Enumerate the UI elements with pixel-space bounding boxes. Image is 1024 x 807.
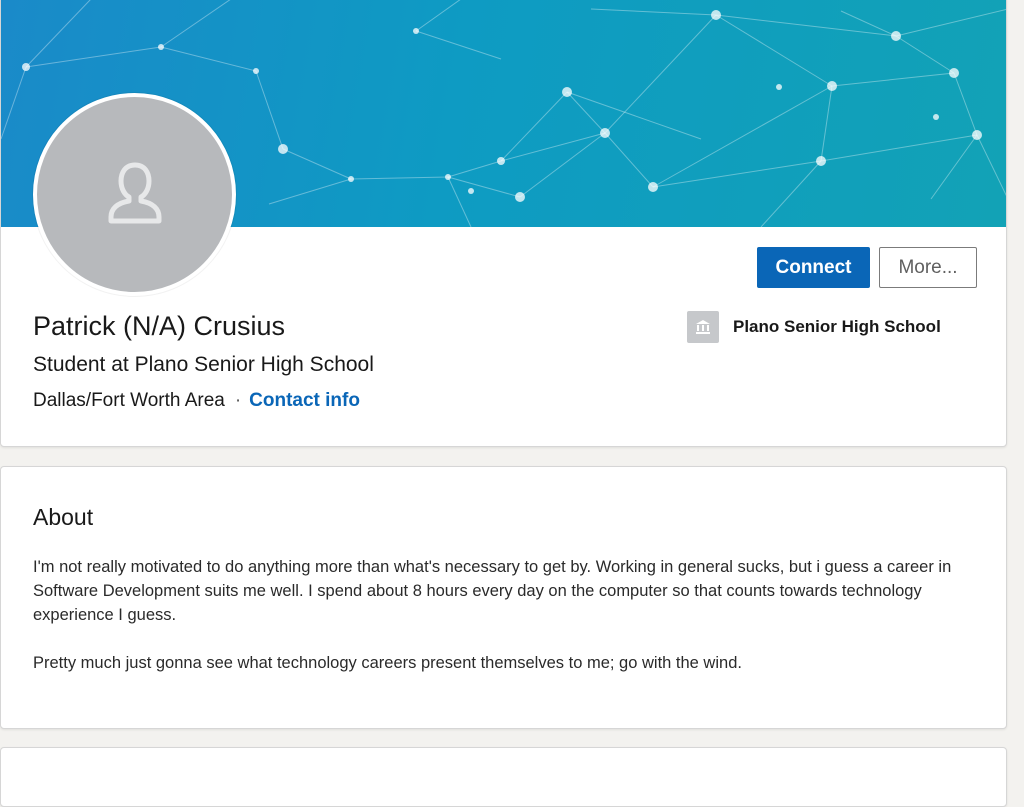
school-name[interactable]: Plano Senior High School [733, 317, 941, 337]
profile-avatar[interactable] [33, 93, 236, 296]
profile-location: Dallas/Fort Worth Area [33, 390, 225, 411]
location-line: Dallas/Fort Worth Area · Contact info [33, 390, 360, 412]
profile-top-card: Connect More... Patrick (N/A) Crusius St… [0, 0, 1007, 447]
education-link[interactable]: Plano Senior High School [687, 311, 941, 343]
next-section-card [0, 747, 1007, 807]
about-heading: About [33, 504, 94, 530]
about-summary: I'm not really motivated to do anything … [33, 555, 983, 699]
school-icon [687, 311, 719, 343]
more-button[interactable]: More... [879, 247, 977, 288]
about-paragraph: Pretty much just gonna see what technolo… [33, 654, 742, 672]
connect-button[interactable]: Connect [757, 247, 870, 288]
person-placeholder-icon [108, 162, 161, 223]
profile-headline: Student at Plano Senior High School [33, 353, 374, 376]
about-paragraph: I'm not really motivated to do anything … [33, 558, 952, 624]
contact-info-link[interactable]: Contact info [249, 390, 360, 411]
profile-name: Patrick (N/A) Crusius [33, 311, 286, 341]
separator-dot: · [234, 390, 242, 411]
about-card: About I'm not really motivated to do any… [0, 466, 1007, 729]
